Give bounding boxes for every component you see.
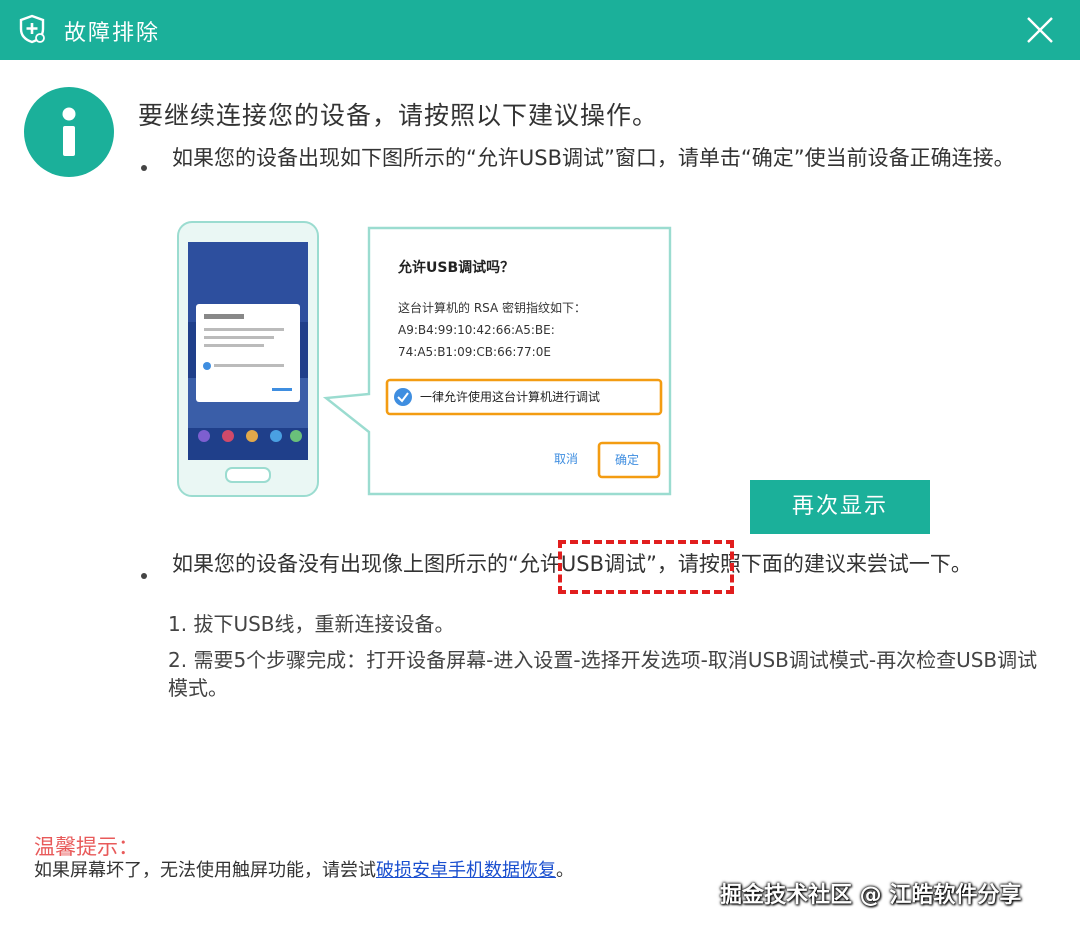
info-icon bbox=[24, 87, 114, 177]
instruction-bullet-1: 如果您的设备出现如下图所示的“允许USB调试”窗口，请单击“确定”使当前设备正确… bbox=[172, 146, 1015, 170]
tip-text: 如果屏幕坏了，无法使用触屏功能，请尝试 bbox=[34, 860, 376, 881]
bullet-dot bbox=[141, 573, 147, 579]
shield-plus-icon bbox=[19, 14, 45, 44]
title-bar: 故障排除 bbox=[0, 0, 1080, 60]
tip-body: 如果屏幕坏了，无法使用触屏功能，请尝试破损安卓手机数据恢复。 bbox=[34, 856, 574, 882]
dialog-cancel: 取消 bbox=[554, 452, 578, 466]
close-icon[interactable] bbox=[1022, 12, 1058, 48]
show-again-button[interactable]: 再次显示 bbox=[750, 480, 930, 534]
dialog-ok: 确定 bbox=[615, 452, 639, 467]
instruction-heading: 要继续连接您的设备，请按照以下建议操作。 bbox=[138, 101, 659, 130]
bullet-dot bbox=[141, 165, 147, 171]
dialog-title: 允许USB调试吗？ bbox=[397, 259, 514, 276]
dialog-checkbox-label: 一律允许使用这台计算机进行调试 bbox=[420, 389, 600, 404]
usb-debug-highlight-box bbox=[558, 540, 734, 594]
dialog-line-3: 74:A5:B1:09:CB:66:77:0E bbox=[398, 345, 551, 359]
usb-debug-illustration: 允许USB调试吗？ 这台计算机的 RSA 密钥指纹如下： A9:B4:99:10… bbox=[177, 221, 672, 497]
dialog-line-2: A9:B4:99:10:42:66:A5:BE: bbox=[398, 323, 555, 337]
dialog-line-1: 这台计算机的 RSA 密钥指纹如下： bbox=[398, 300, 586, 315]
step-2: 2. 需要5个步骤完成：打开设备屏幕-进入设置-选择开发选项-取消USB调试模式… bbox=[168, 648, 1038, 700]
tip-suffix: 。 bbox=[556, 860, 574, 881]
window-title: 故障排除 bbox=[64, 21, 161, 46]
broken-phone-recovery-link[interactable]: 破损安卓手机数据恢复 bbox=[376, 860, 556, 881]
step-1: 1. 拔下USB线，重新连接设备。 bbox=[168, 612, 455, 636]
phone-illustration bbox=[177, 221, 319, 497]
watermark: 掘金技术社区 @ 江皓软件分享 bbox=[720, 883, 1022, 908]
check-circle-icon bbox=[394, 388, 412, 406]
